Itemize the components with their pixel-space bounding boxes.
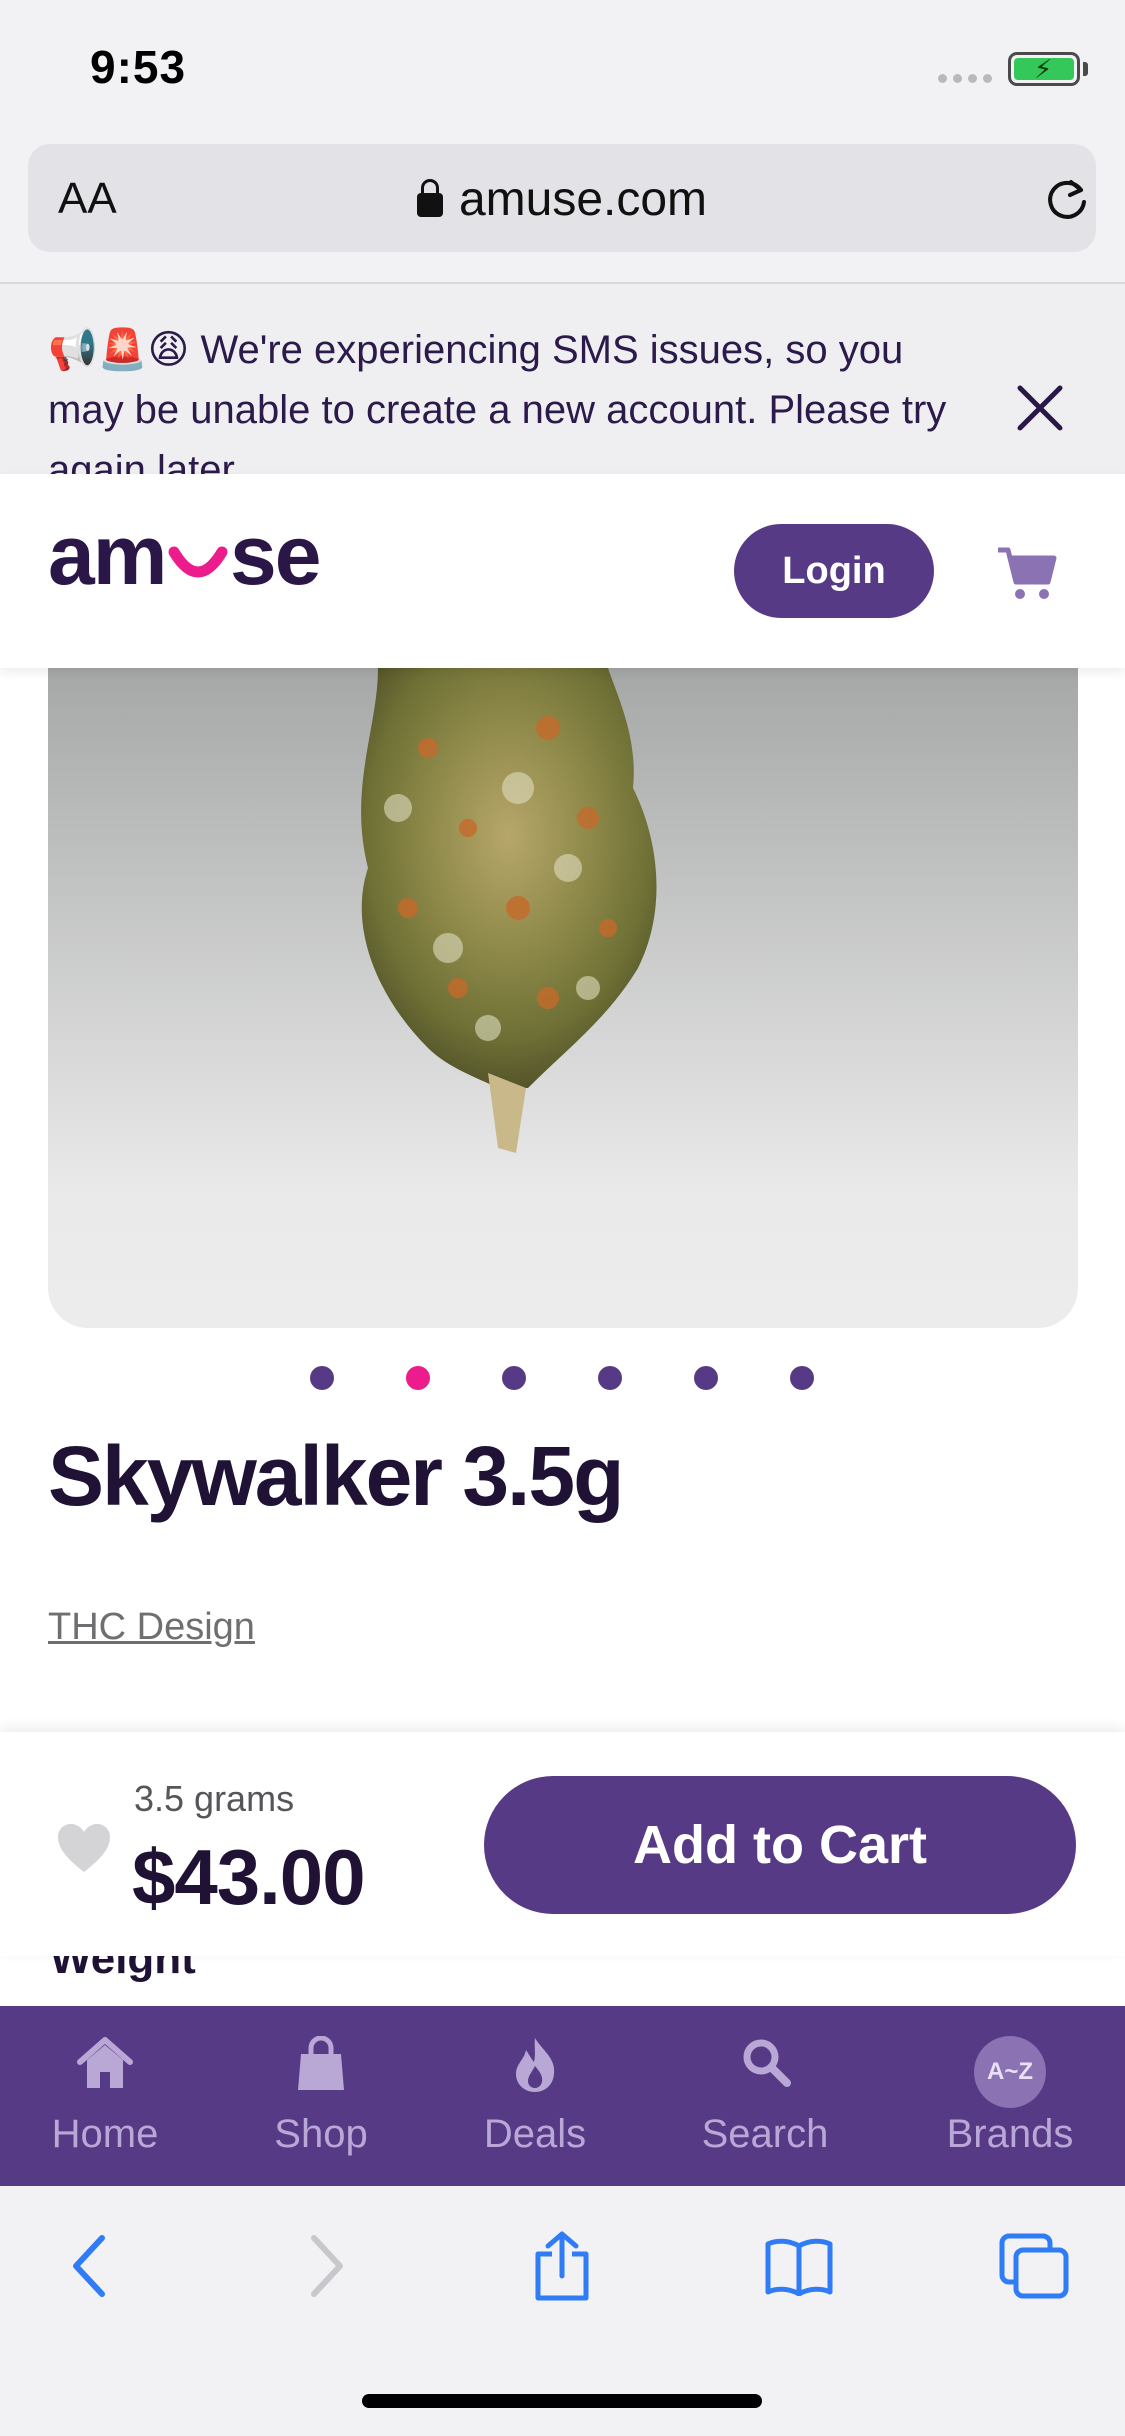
battery-icon: ⚡ [1008, 52, 1080, 86]
address-bar[interactable]: AA amuse.com [28, 144, 1096, 252]
tab-label-brands: Brands [946, 2112, 1074, 2156]
carousel-dot-1[interactable] [310, 1366, 334, 1390]
brand-link[interactable]: THC Design [48, 1606, 255, 1649]
carousel-dots [310, 1366, 814, 1390]
tab-search[interactable]: Search [680, 2006, 850, 2186]
tab-home[interactable]: Home [20, 2006, 190, 2186]
tab-deals[interactable]: Deals [450, 2006, 620, 2186]
home-indicator[interactable] [362, 2394, 762, 2408]
flame-icon [516, 2038, 555, 2092]
status-bar: 9:53 ⚡ [0, 0, 1125, 140]
cart-icon[interactable] [996, 544, 1058, 602]
tab-brands[interactable]: A~Z Brands [925, 2006, 1095, 2186]
sms-issue-banner: 📢🚨😩 We're experiencing SMS issues, so yo… [0, 284, 1125, 474]
buy-bar: 3.5 grams $43.00 Add to Cart [0, 1732, 1125, 1956]
lock-icon [416, 179, 443, 217]
amuse-logo-mark: am se [48, 508, 321, 602]
banner-message: 📢🚨😩 We're experiencing SMS issues, so yo… [48, 320, 978, 474]
signal-icon [938, 74, 992, 83]
carousel-dot-2-active[interactable] [406, 1366, 430, 1390]
amuse-logo[interactable]: am se [48, 508, 348, 624]
product-title: Skywalker 3.5g [48, 1429, 624, 1523]
url-display[interactable]: amuse.com [28, 172, 1096, 227]
tab-label-home: Home [51, 2112, 159, 2156]
tab-label-search: Search [701, 2112, 829, 2156]
url-text: amuse.com [458, 173, 708, 226]
status-time: 9:53 [90, 41, 187, 93]
bookmarks-icon[interactable] [764, 2236, 834, 2296]
tabs-icon[interactable] [998, 2232, 1070, 2300]
product-size: 3.5 grams [134, 1778, 295, 1819]
shopping-bag-icon [298, 2036, 344, 2090]
tab-label-shop: Shop [274, 2112, 368, 2156]
banner-emojis: 📢🚨😩 [48, 328, 190, 372]
heart-icon[interactable] [56, 1822, 112, 1874]
site-header: am se Login [0, 474, 1125, 668]
tab-shop[interactable]: Shop [236, 2006, 406, 2186]
add-to-cart-button[interactable]: Add to Cart [484, 1776, 1076, 1914]
svg-text:am: am [48, 514, 165, 602]
page: 9:53 ⚡ AA amuse.com 📢🚨😩 We're experienci… [0, 0, 1125, 2436]
browser-address-area: AA amuse.com [0, 140, 1125, 284]
carousel-dot-6[interactable] [790, 1366, 814, 1390]
forward-icon[interactable] [306, 2234, 346, 2298]
share-icon[interactable] [530, 2230, 594, 2302]
login-button[interactable]: Login [734, 524, 934, 618]
carousel-dot-5[interactable] [694, 1366, 718, 1390]
reload-icon[interactable] [1043, 174, 1091, 222]
product-image[interactable] [48, 668, 1078, 1328]
tab-label-deals: Deals [483, 2112, 587, 2156]
home-icon [77, 2037, 133, 2088]
az-icon: A~Z [974, 2036, 1046, 2108]
close-icon[interactable] [1012, 380, 1068, 436]
carousel-dot-4[interactable] [598, 1366, 622, 1390]
carousel-dot-3[interactable] [502, 1366, 526, 1390]
battery-nub [1083, 62, 1088, 76]
back-icon[interactable] [70, 2234, 110, 2298]
cannabis-bud-image [361, 668, 657, 1153]
product-price: $43.00 [132, 1833, 366, 1921]
search-icon [743, 2039, 791, 2087]
bottom-tab-nav: Home Shop Deals Search A~Z Brands [0, 2006, 1125, 2186]
svg-text:se: se [230, 514, 319, 602]
